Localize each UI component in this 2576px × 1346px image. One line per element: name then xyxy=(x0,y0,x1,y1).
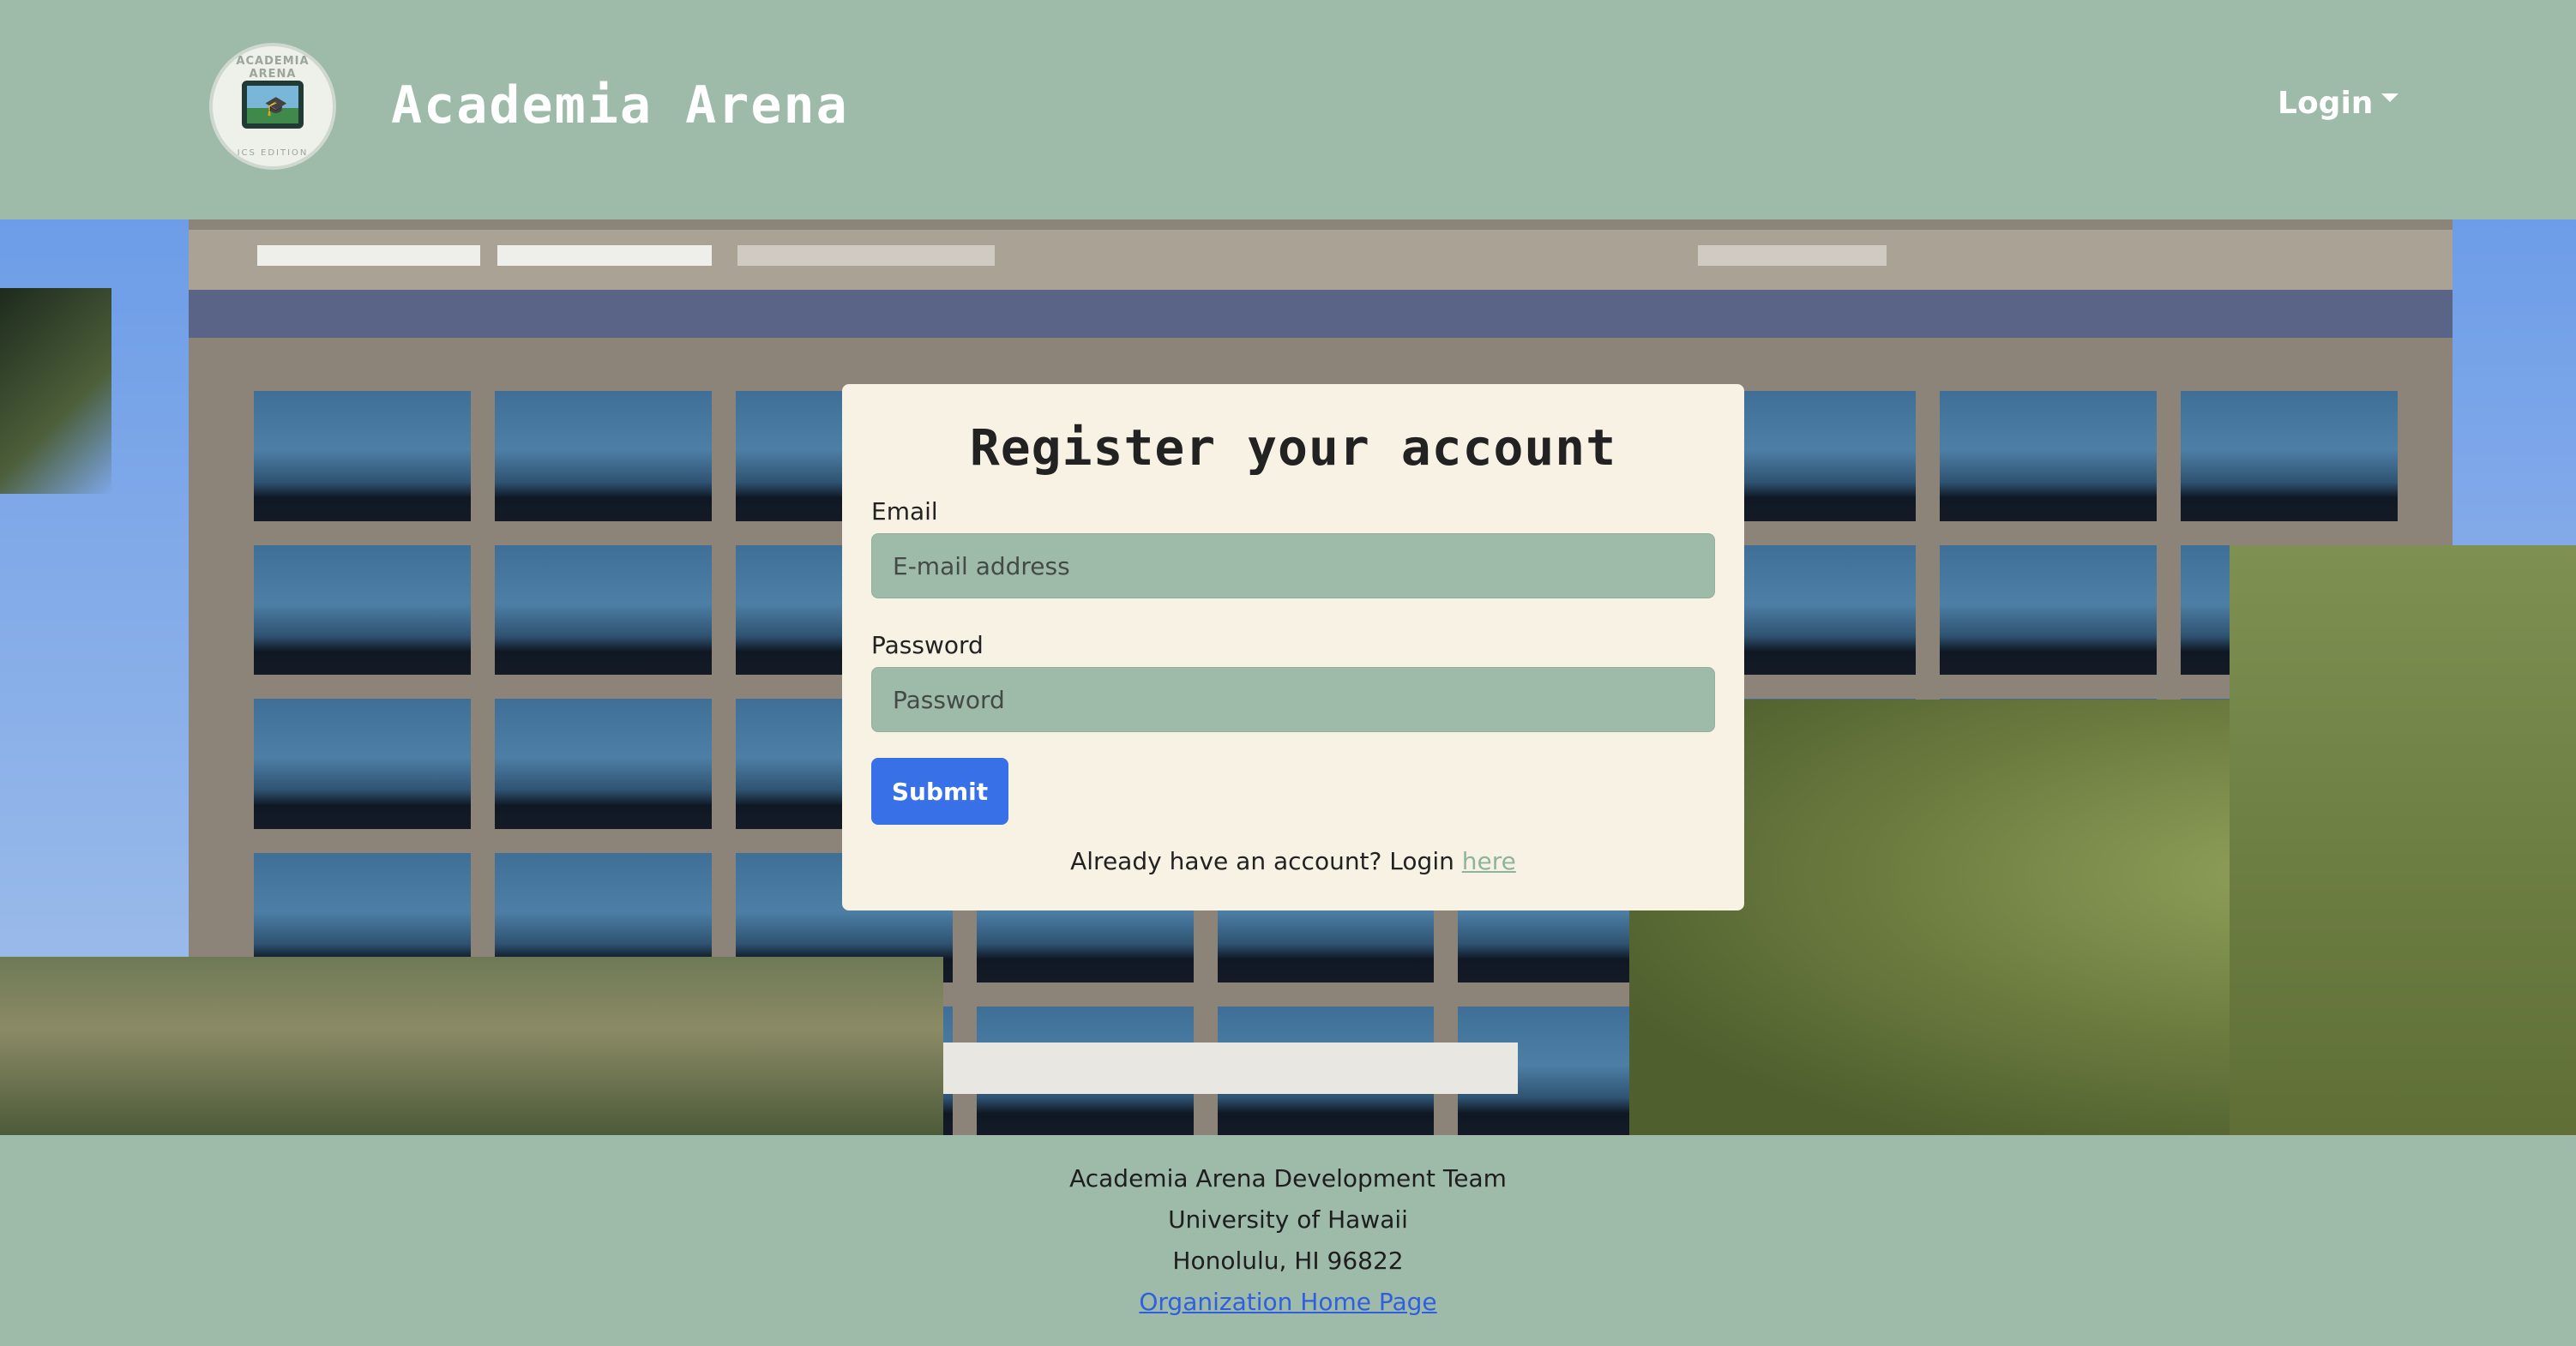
organization-home-link[interactable]: Organization Home Page xyxy=(1139,1288,1436,1316)
footer: Academia Arena Development Team Universi… xyxy=(0,1135,2576,1346)
navbar: ACADEMIA ARENA 🎓 ICS EDITION Academia Ar… xyxy=(0,0,2576,219)
submit-button[interactable]: Submit xyxy=(871,758,1008,825)
footer-address: Honolulu, HI 96822 xyxy=(1172,1247,1404,1275)
password-label: Password xyxy=(871,631,984,659)
graduation-cap-icon: 🎓 xyxy=(242,81,304,129)
password-field[interactable] xyxy=(871,667,1715,732)
logo-text-bottom: ICS EDITION xyxy=(237,148,309,158)
login-here-link[interactable]: here xyxy=(1462,847,1516,875)
login-dropdown-label: Login xyxy=(2278,86,2374,121)
login-prompt: Already have an account? Login here xyxy=(842,847,1744,875)
logo-text-top: ACADEMIA ARENA xyxy=(236,55,310,81)
page-title: Register your account xyxy=(969,418,1617,477)
tree xyxy=(0,288,111,494)
login-prompt-text: Already have an account? Login xyxy=(1070,847,1454,875)
register-card: Register your account Email Password Sub… xyxy=(842,384,1744,910)
shrubs xyxy=(0,957,943,1135)
brand-title[interactable]: Academia Arena xyxy=(391,75,849,135)
caret-down-icon xyxy=(2381,93,2399,102)
footer-university: University of Hawaii xyxy=(1168,1205,1408,1234)
email-field[interactable] xyxy=(871,533,1715,598)
site-logo[interactable]: ACADEMIA ARENA 🎓 ICS EDITION xyxy=(209,43,336,170)
footer-team: Academia Arena Development Team xyxy=(1069,1164,1507,1193)
login-dropdown[interactable]: Login xyxy=(2278,86,2399,121)
email-label: Email xyxy=(871,497,938,526)
trees xyxy=(2230,545,2576,1135)
